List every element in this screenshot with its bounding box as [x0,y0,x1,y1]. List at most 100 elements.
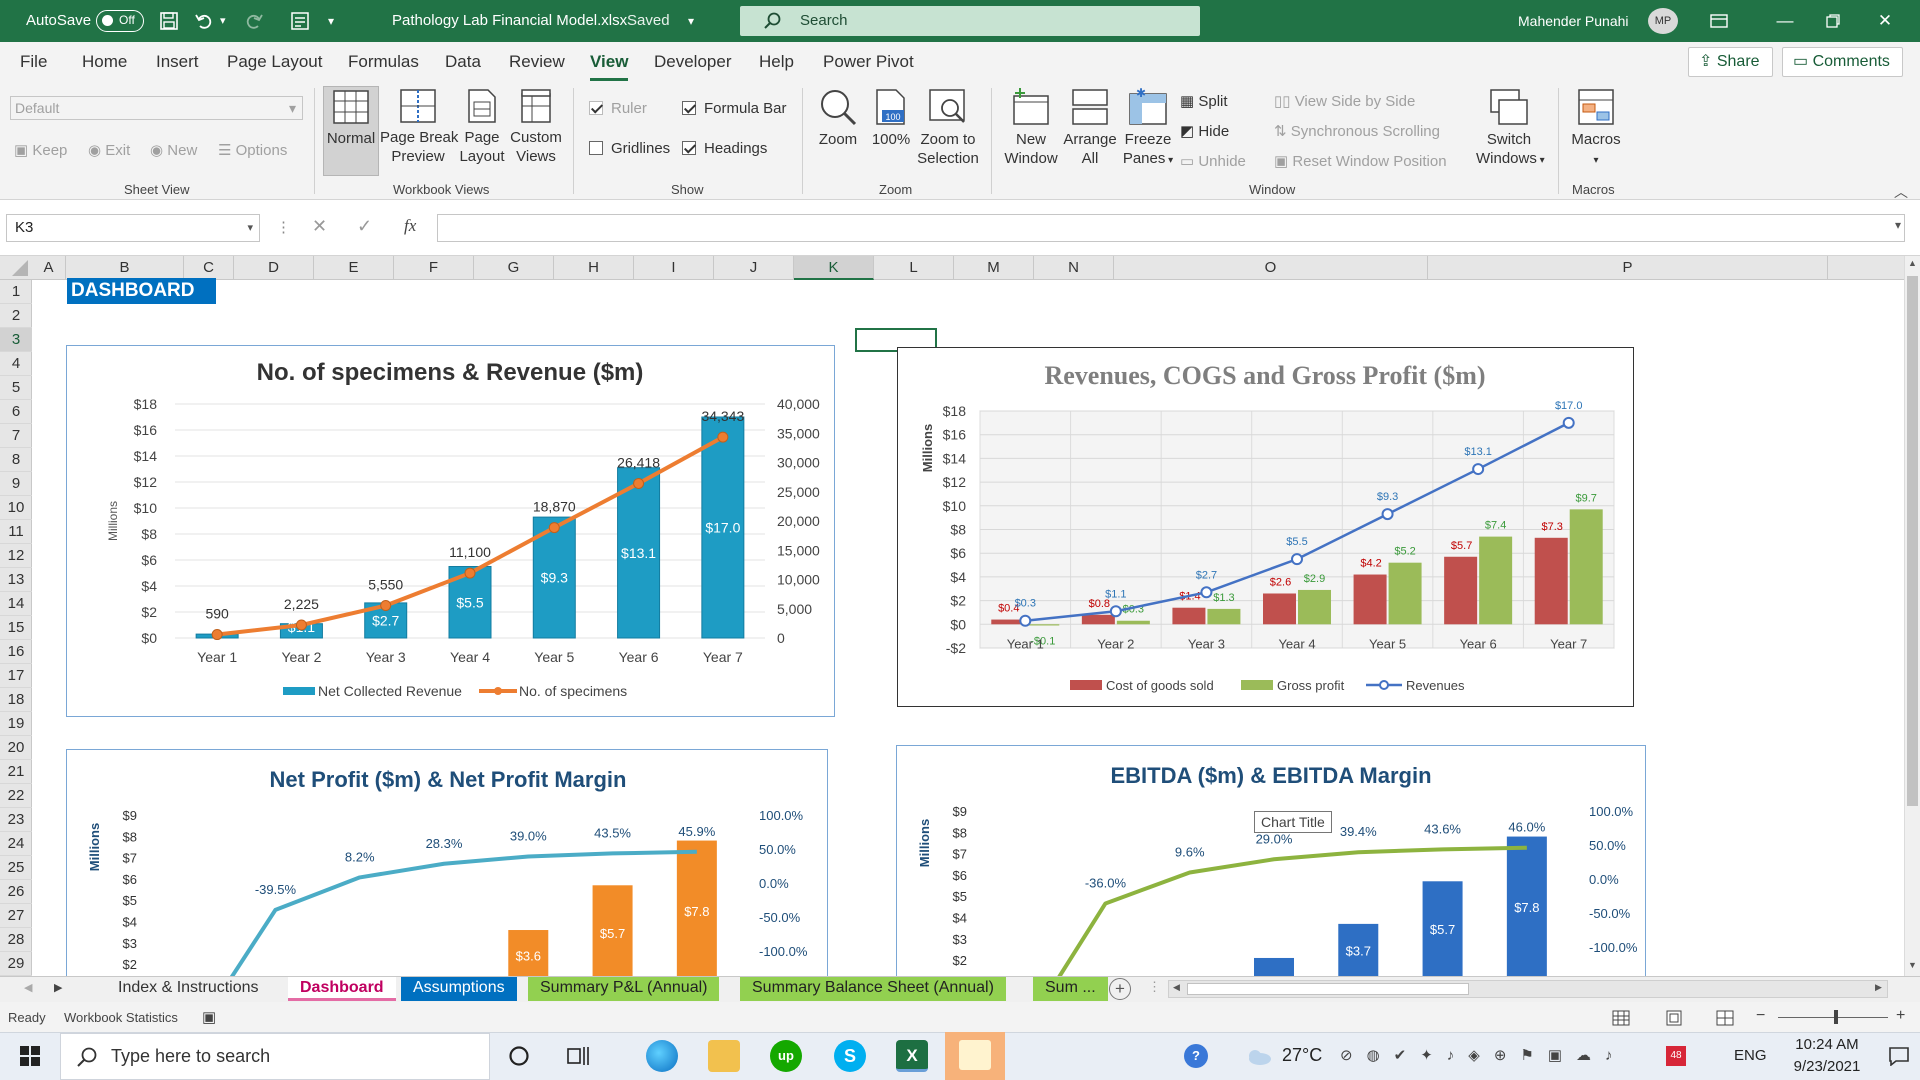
tab-view[interactable]: View [590,52,629,81]
insert-function-icon[interactable]: fx [404,216,416,236]
taskbar-active-app[interactable] [945,1032,1005,1080]
undo-icon[interactable] [194,11,214,31]
column-header-i[interactable]: I [634,256,714,280]
column-header-p[interactable]: P [1428,256,1828,280]
column-header-c[interactable]: C [184,256,234,280]
chart-specimens-revenue[interactable]: No. of specimens & Revenue ($m) Millions $… [66,345,835,717]
cortana-icon[interactable] [508,1045,530,1067]
zoom-button[interactable]: Zoom [813,88,863,149]
column-header-o[interactable]: O [1114,256,1428,280]
chart-revenues-cogs-gp[interactable]: Revenues, COGS and Gross Profit ($m) Mill… [897,347,1634,707]
row-header-22[interactable]: 22 [0,784,32,808]
help-icon[interactable]: ? [1184,1044,1208,1068]
column-header-k[interactable]: K [794,256,874,280]
more-options-icon[interactable]: ⋮ [276,218,291,236]
row-header-28[interactable]: 28 [0,928,32,952]
row-header-23[interactable]: 23 [0,808,32,832]
row-header-2[interactable]: 2 [0,304,32,328]
row-header-29[interactable]: 29 [0,952,32,976]
tab-review[interactable]: Review [509,52,565,72]
collapse-ribbon-icon[interactable]: ︿ [1894,182,1908,202]
chart-net-profit[interactable]: Net Profit ($m) & Net Profit Margin Milli… [66,749,828,977]
row-header-3[interactable]: 3 [0,328,32,352]
tab-data[interactable]: Data [445,52,481,72]
clock-time[interactable]: 10:24 AM [1782,1036,1872,1053]
row-header-17[interactable]: 17 [0,664,32,688]
tab-insert[interactable]: Insert [156,52,199,72]
scroll-right-icon[interactable]: ▶ [1875,982,1882,993]
zoom-slider[interactable] [1778,1017,1888,1018]
row-header-19[interactable]: 19 [0,712,32,736]
comments-button[interactable]: ▭ Comments [1782,47,1903,77]
normal-view-button[interactable]: Normal [323,86,379,176]
formula-input[interactable] [437,214,1905,242]
row-header-4[interactable]: 4 [0,352,32,376]
gridlines-checkbox[interactable]: Gridlines [589,140,670,157]
sheet-tab-summary-pl[interactable]: Summary P&L (Annual) [528,977,720,1001]
column-header-d[interactable]: D [234,256,314,280]
user-name[interactable]: Mahender Punahi [1518,0,1629,42]
next-sheet-icon[interactable]: ▶ [54,981,62,994]
split-button[interactable]: ▦ Split [1180,92,1228,110]
horizontal-scrollbar[interactable]: ◀ ▶ [1168,980,1888,998]
tab-file[interactable]: File [20,52,47,72]
temperature[interactable]: 27°C [1282,1045,1322,1066]
vertical-scrollbar[interactable]: ▲ ▼ [1904,256,1920,976]
row-header-24[interactable]: 24 [0,832,32,856]
language-indicator[interactable]: ENG [1734,1047,1767,1064]
zoom-out-icon[interactable]: − [1756,1007,1765,1025]
chevron-down-icon[interactable]: ▾ [247,215,253,241]
formula-bar-checkbox[interactable]: Formula Bar [682,100,787,117]
customize-qat-icon[interactable]: ▾ [328,0,334,42]
row-header-8[interactable]: 8 [0,448,32,472]
save-state-dropdown-icon[interactable]: ▾ [688,0,694,42]
undo-dropdown-icon[interactable]: ▾ [220,0,226,42]
tab-home[interactable]: Home [82,52,127,72]
tab-formulas[interactable]: Formulas [348,52,419,72]
horizontal-scroll-thumb[interactable] [1187,983,1469,995]
search-box[interactable]: Search [740,6,1200,36]
skype-icon[interactable]: S [834,1040,866,1072]
minimize-icon[interactable]: — [1760,0,1810,42]
task-view-icon[interactable] [566,1045,590,1067]
excel-icon[interactable]: X [896,1040,928,1072]
row-header-27[interactable]: 27 [0,904,32,928]
ribbon-display-icon[interactable] [1694,0,1744,42]
sheet-tab-index[interactable]: Index & Instructions [106,977,271,1001]
page-layout-view-button[interactable]: Page Layout [457,88,507,166]
page-break-view-icon[interactable] [1716,1010,1734,1026]
row-header-15[interactable]: 15 [0,616,32,640]
taskbar-search[interactable]: Type here to search [60,1033,490,1080]
close-icon[interactable]: ✕ [1860,0,1910,42]
sheet-tab-balance-sheet[interactable]: Summary Balance Sheet (Annual) [740,977,1006,1001]
add-sheet-icon[interactable]: + [1109,978,1131,1000]
scroll-left-icon[interactable]: ◀ [1173,982,1180,993]
new-window-button[interactable]: New Window [1001,88,1061,168]
scroll-thumb[interactable] [1907,276,1918,806]
zoom-in-icon[interactable]: + [1896,1007,1905,1025]
headings-checkbox[interactable]: Headings [682,140,767,157]
name-box[interactable]: K3 ▾ [6,214,260,242]
edge-icon[interactable] [646,1040,678,1072]
column-header-e[interactable]: E [314,256,394,280]
scroll-down-icon[interactable]: ▼ [1908,960,1917,970]
zoom-slider-handle[interactable] [1834,1010,1838,1024]
notifications-icon[interactable] [1888,1046,1910,1066]
save-state[interactable]: Saved [627,0,670,42]
row-header-6[interactable]: 6 [0,400,32,424]
row-header-10[interactable]: 10 [0,496,32,520]
column-header-n[interactable]: N [1034,256,1114,280]
zoom-100-button[interactable]: 100 100% [866,88,916,149]
clock-date[interactable]: 9/23/2021 [1782,1058,1872,1075]
column-header-f[interactable]: F [394,256,474,280]
autosave-toggle[interactable]: Off [96,10,144,32]
workbook-statistics-button[interactable]: Workbook Statistics [64,1010,178,1025]
tab-page-layout[interactable]: Page Layout [227,52,322,72]
switch-windows-button[interactable]: Switch Windows ▾ [1476,88,1545,170]
tab-help[interactable]: Help [759,52,794,72]
expand-formula-bar-icon[interactable]: ▾ [1895,218,1901,232]
row-header-26[interactable]: 26 [0,880,32,904]
row-header-16[interactable]: 16 [0,640,32,664]
column-header-j[interactable]: J [714,256,794,280]
weather-icon[interactable] [1246,1048,1272,1066]
